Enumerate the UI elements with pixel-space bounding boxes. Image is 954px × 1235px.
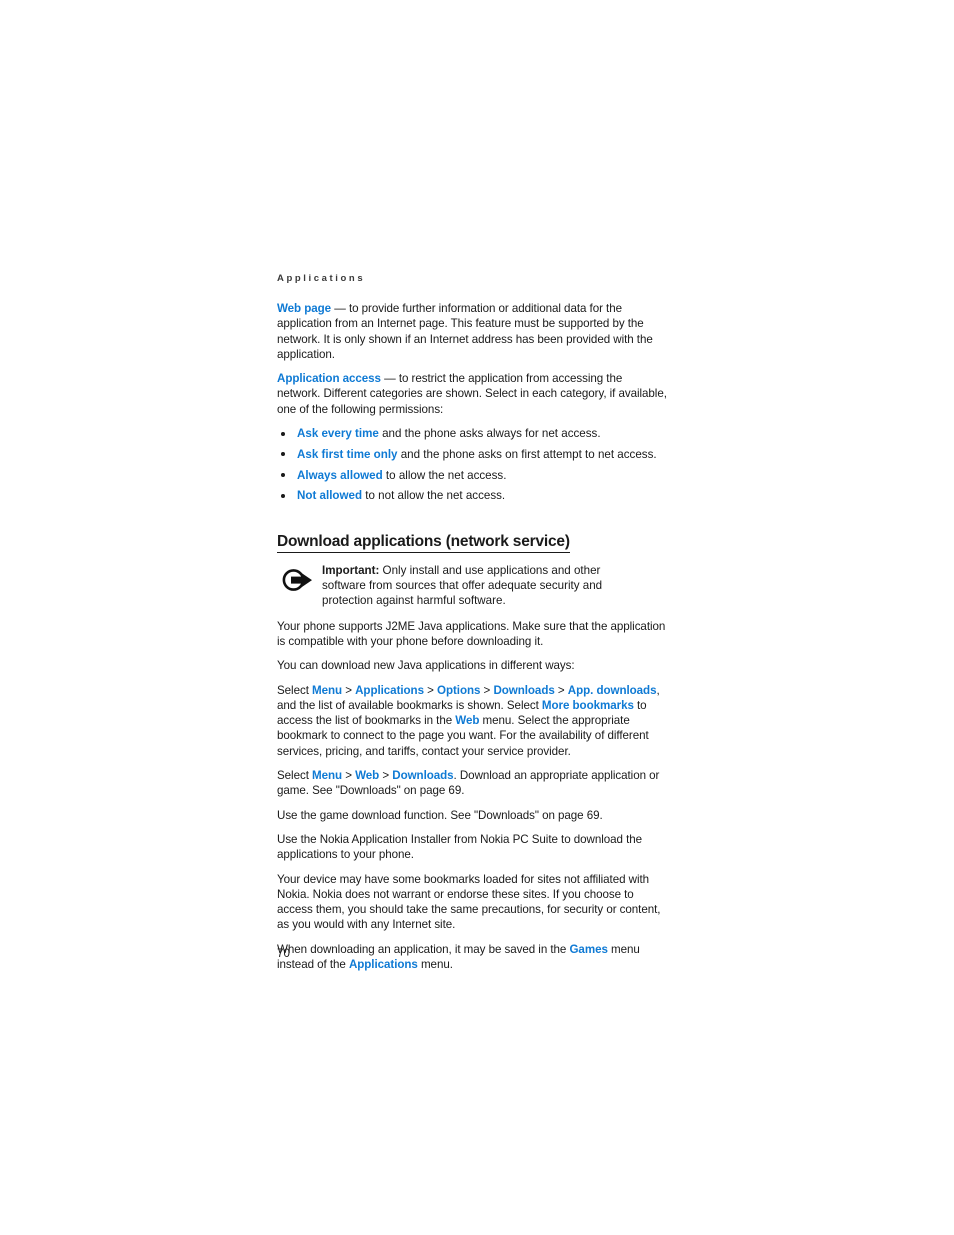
paragraph-menu-path-web-downloads: Select Menu > Web > Downloads. Download …: [277, 768, 667, 799]
important-note-text: Important: Only install and use applicat…: [322, 563, 634, 609]
running-header: Applications: [277, 273, 366, 284]
term-web-page: Web page: [277, 302, 332, 315]
list-item: Ask first time only and the phone asks o…: [277, 447, 667, 462]
permission-text: to allow the net access.: [382, 468, 507, 482]
menu-path-item: Menu: [312, 769, 343, 783]
section-heading-wrap: Download applications (network service): [277, 513, 667, 563]
path-separator: >: [554, 683, 568, 697]
menu-path-item: Applications: [355, 683, 424, 697]
path-separator: >: [480, 683, 494, 697]
link-more-bookmarks: More bookmarks: [541, 698, 634, 712]
paragraph-menu-path-app-downloads: Select Menu > Applications > Options > D…: [277, 683, 667, 759]
menu-path-item: Options: [437, 683, 481, 697]
dash-application-access: —: [380, 372, 399, 386]
list-item: Always allowed to allow the net access.: [277, 468, 667, 483]
document-page: Applications Web page — to provide furth…: [0, 0, 954, 1235]
paragraph-nokia-installer: Use the Nokia Application Installer from…: [277, 832, 643, 862]
menu-path-item: Menu: [312, 683, 343, 697]
paragraph-ways: You can download new Java applications i…: [277, 659, 575, 673]
menu-path-item: Downloads: [392, 769, 454, 783]
important-arrow-icon: [280, 565, 314, 595]
paragraph-web-page: Web page — to provide further informatio…: [277, 301, 667, 362]
paragraph-suffix-text: menu.: [417, 958, 453, 971]
path-separator: >: [423, 683, 438, 697]
list-item: Ask every time and the phone asks always…: [277, 426, 667, 441]
page-title: Download applications (network service): [277, 532, 570, 553]
dash-web-page: —: [331, 302, 349, 315]
important-label: Important:: [322, 563, 380, 577]
paragraph-prefix-text: When downloading an application, it may …: [277, 942, 570, 956]
link-games: Games: [569, 942, 608, 956]
paragraph-game-download: Use the game download function. See "Dow…: [277, 808, 603, 822]
link-applications: Applications: [348, 958, 418, 971]
important-note: Important: Only install and use applicat…: [277, 563, 667, 609]
permission-term: Not allowed: [297, 489, 363, 503]
term-application-access: Application access: [277, 372, 381, 386]
permission-term: Always allowed: [297, 468, 383, 482]
permission-text: and the phone asks always for net access…: [378, 427, 601, 441]
page-content: Applications Web page — to provide furth…: [277, 272, 667, 972]
bullet-icon: [281, 473, 285, 478]
path-separator: >: [342, 683, 356, 697]
permission-term: Ask first time only: [297, 447, 398, 461]
select-prefix: Select: [277, 769, 313, 783]
bullet-icon: [281, 493, 285, 498]
path-separator: >: [379, 769, 393, 783]
paragraph-bookmarks-disclaimer: Your device may have some bookmarks load…: [277, 872, 661, 932]
select-prefix: Select: [277, 683, 313, 697]
list-item: Not allowed to not allow the net access.: [277, 488, 667, 503]
path-separator: >: [342, 769, 356, 783]
permission-term: Ask every time: [297, 427, 379, 441]
bullet-icon: [281, 431, 285, 436]
paragraph-games-menu: When downloading an application, it may …: [277, 942, 667, 973]
menu-path-item: Web: [355, 769, 380, 783]
paragraph-j2me: Your phone supports J2ME Java applicatio…: [277, 619, 666, 648]
menu-path-item: Downloads: [493, 683, 555, 697]
link-web: Web: [455, 714, 480, 728]
menu-path-item: App. downloads: [567, 683, 657, 697]
permission-text: and the phone asks on first attempt to n…: [397, 447, 657, 461]
bullet-icon: [281, 452, 285, 457]
paragraph-application-access: Application access — to restrict the app…: [277, 371, 667, 417]
page-number: 70: [277, 947, 290, 960]
permissions-list: Ask every time and the phone asks always…: [277, 426, 667, 504]
permission-text: to not allow the net access.: [362, 489, 506, 503]
